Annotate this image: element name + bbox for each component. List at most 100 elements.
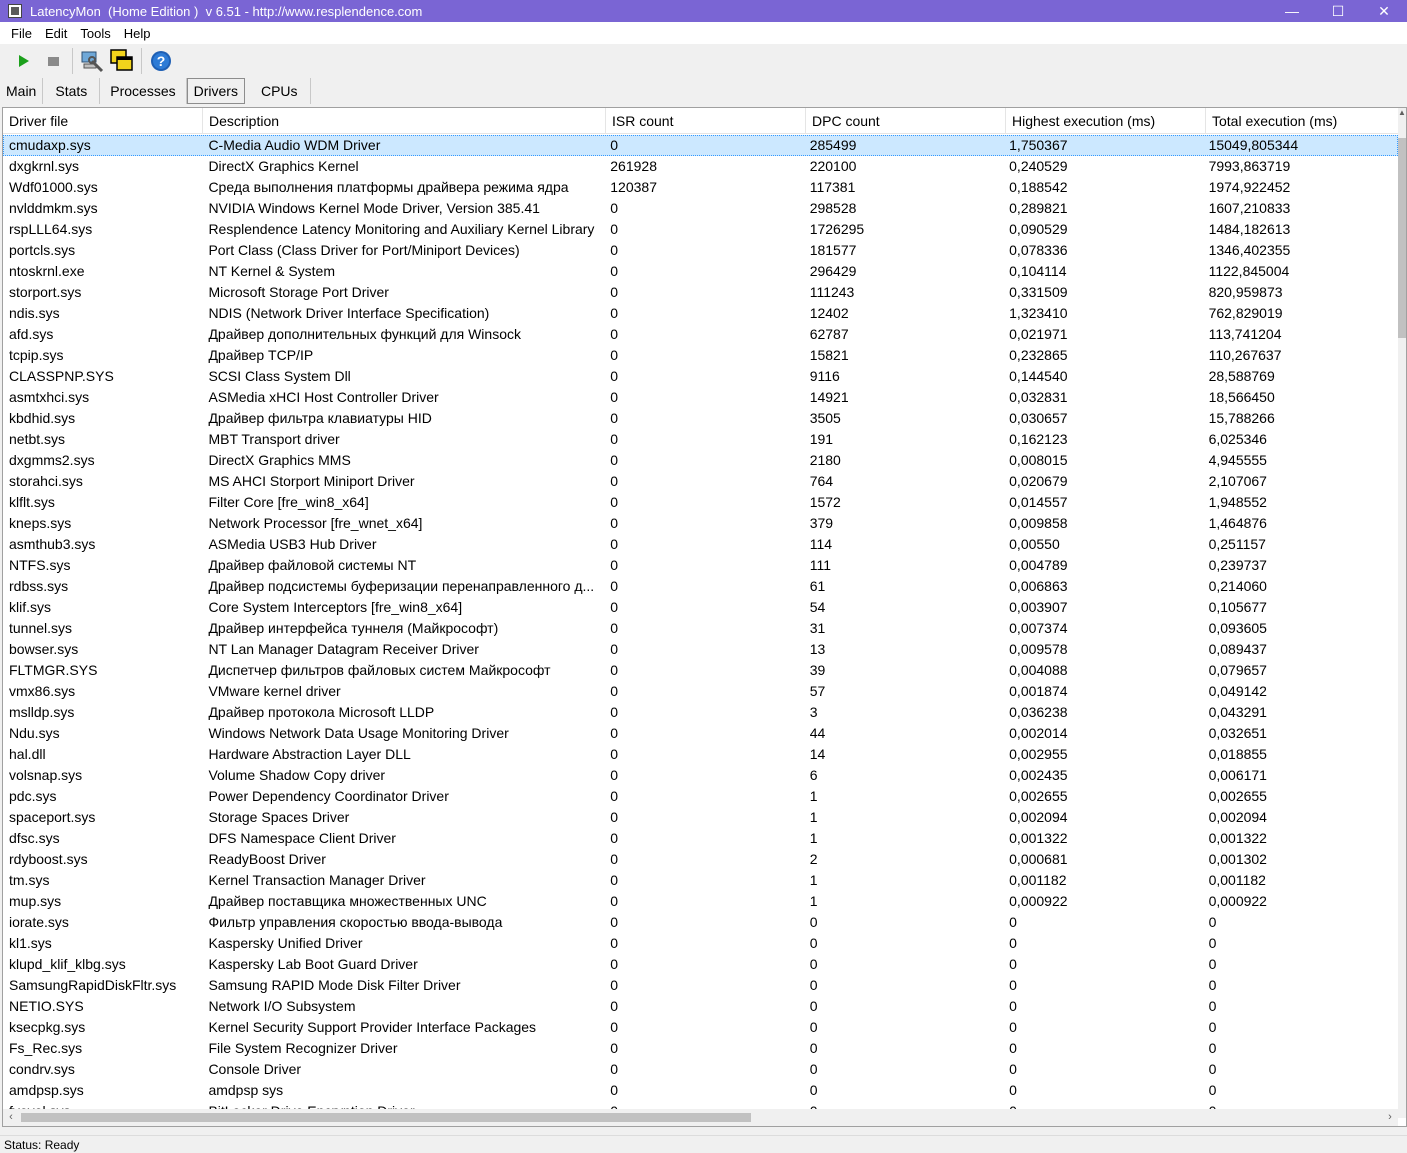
column-header-driver-file[interactable]: Driver file [3, 108, 203, 134]
table-row[interactable]: dfsc.sys DFS Namespace Client Driver 0 1 0,0… [3, 828, 1398, 849]
cell-highest-execution: 0 [1009, 935, 1017, 951]
table-row[interactable]: kneps.sys Network Processor [fre_wnet_x64… [3, 513, 1398, 534]
table-row[interactable]: iorate.sys Фильтр управления скоростью вв… [3, 912, 1398, 933]
cell-isr-count: 0 [610, 704, 619, 720]
cell-description: Kernel Security Support Provider Interfa… [208, 1019, 537, 1035]
menu-file[interactable]: File [4, 26, 38, 41]
scroll-left-arrow-icon[interactable]: ‹ [3, 1109, 19, 1126]
stop-button[interactable] [38, 47, 68, 75]
table-row[interactable]: volsnap.sys Volume Shadow Copy driver 0 6 0,… [3, 765, 1398, 786]
table-row[interactable]: NETIO.SYS Network I/O Subsystem 0 0 0 0 [3, 996, 1398, 1017]
table-row[interactable]: Wdf01000.sys Среда выполнения платформы д… [3, 177, 1398, 198]
cell-dpc-count: 1 [809, 788, 818, 804]
tab-drivers[interactable]: Drivers [186, 78, 245, 104]
cell-isr-count: 0 [610, 368, 619, 384]
table-row[interactable]: afd.sys Драйвер дополнительных функций дл… [3, 324, 1398, 345]
table-row[interactable]: FLTMGR.SYS Диспетчер фильтров файловых си… [3, 660, 1398, 681]
tab-processes[interactable]: Processes [100, 78, 187, 104]
cell-driver-file: volsnap.sys [9, 767, 83, 783]
column-header-description[interactable]: Description [203, 108, 606, 134]
table-row[interactable]: amdpsp.sys amdpsp sys 0 0 0 0 [3, 1080, 1398, 1101]
cell-isr-count: 0 [610, 641, 619, 657]
table-row[interactable]: klupd_klif_klbg.sys Kaspersky Lab Boot Gu… [3, 954, 1398, 975]
table-row[interactable]: klif.sys Core System Interceptors [fre_wi… [3, 597, 1398, 618]
column-header-highest-execution[interactable]: Highest execution (ms) [1006, 108, 1206, 134]
table-row[interactable]: pdc.sys Power Dependency Coordinator Driv… [3, 786, 1398, 807]
help-button[interactable]: ? [146, 47, 176, 75]
minimize-button[interactable]: — [1269, 0, 1315, 22]
cell-driver-file: hal.dll [9, 746, 46, 762]
column-header-total-execution[interactable]: Total execution (ms) [1206, 108, 1403, 134]
table-row[interactable]: cmudaxp.sys C-Media Audio WDM Driver 0 2854… [3, 135, 1398, 156]
table-row[interactable]: kl1.sys Kaspersky Unified Driver 0 0 0 0 [3, 933, 1398, 954]
vertical-scrollbar[interactable]: ▲ [1398, 108, 1406, 1118]
table-row[interactable]: ksecpkg.sys Kernel Security Support Provi… [3, 1017, 1398, 1038]
table-row[interactable]: mup.sys Драйвер поставщика множественных … [3, 891, 1398, 912]
table-row[interactable]: kbdhid.sys Драйвер фильтра клавиатуры HID… [3, 408, 1398, 429]
table-row[interactable]: asmthub3.sys ASMedia USB3 Hub Driver 0 114 0… [3, 534, 1398, 555]
cell-dpc-count: 0 [809, 998, 818, 1014]
table-row[interactable]: tm.sys Kernel Transaction Manager Driver 0… [3, 870, 1398, 891]
close-button[interactable]: ✕ [1361, 0, 1407, 22]
table-row[interactable]: rdyboost.sys ReadyBoost Driver 0 2 0,000681 0… [3, 849, 1398, 870]
tab-stats[interactable]: Stats [43, 78, 101, 104]
menu-help[interactable]: Help [117, 26, 157, 41]
table-row[interactable]: rspLLL64.sys Resplendence Latency Monitor… [3, 219, 1398, 240]
table-row[interactable]: ndis.sys NDIS (Network Driver Interface S… [3, 303, 1398, 324]
cell-driver-file: dfsc.sys [9, 830, 60, 846]
cell-driver-file: netbt.sys [9, 431, 66, 447]
table-row[interactable]: rdbss.sys Драйвер подсистемы буферизации … [3, 576, 1398, 597]
table-row[interactable]: SamsungRapidDiskFltr.sys Samsung RAPID Mo… [3, 975, 1398, 996]
pc-wrench-button[interactable] [77, 47, 107, 75]
scroll-right-arrow-icon[interactable]: › [1382, 1109, 1398, 1126]
cell-highest-execution: 0,002955 [1009, 746, 1068, 762]
cell-total-execution: 0,239737 [1208, 557, 1267, 573]
table-row[interactable]: Ndu.sys Windows Network Data Usage Monito… [3, 723, 1398, 744]
table-row[interactable]: klflt.sys Filter Core [fre_win8_x64] 0 1572… [3, 492, 1398, 513]
menu-edit[interactable]: Edit [38, 26, 73, 41]
scroll-up-arrow-icon[interactable]: ▲ [1398, 108, 1406, 118]
cell-driver-file: FLTMGR.SYS [9, 662, 98, 678]
table-row[interactable]: bowser.sys NT Lan Manager Datagram Receiv… [3, 639, 1398, 660]
table-row[interactable]: storahci.sys MS AHCI Storport Miniport Dr… [3, 471, 1398, 492]
column-header-isr-count[interactable]: ISR count [606, 108, 806, 134]
horizontal-scroll-thumb[interactable] [21, 1113, 751, 1122]
table-row[interactable]: dxgmms2.sys DirectX Graphics MMS 0 2180 0,00… [3, 450, 1398, 471]
table-row[interactable]: tcpip.sys Драйвер TCP/IP 0 15821 0,232865 110… [3, 345, 1398, 366]
cell-total-execution: 18,566450 [1208, 389, 1275, 405]
cell-driver-file: NTFS.sys [9, 557, 71, 573]
table-row[interactable]: hal.dll Hardware Abstraction Layer DLL 0 14… [3, 744, 1398, 765]
cell-description: ReadyBoost Driver [208, 851, 326, 867]
table-row[interactable]: NTFS.sys Драйвер файловой системы NT 0 111 0… [3, 555, 1398, 576]
horizontal-scrollbar[interactable]: ‹ › [3, 1109, 1398, 1126]
table-row[interactable]: nvlddmkm.sys NVIDIA Windows Kernel Mode D… [3, 198, 1398, 219]
menu-tools[interactable]: Tools [73, 26, 116, 41]
table-row[interactable]: Fs_Rec.sys File System Recognizer Driver 0… [3, 1038, 1398, 1059]
toolbar-separator [72, 48, 73, 74]
table-row[interactable]: condrv.sys Console Driver 0 0 0 0 [3, 1059, 1398, 1080]
table-body: cmudaxp.sys C-Media Audio WDM Driver 0 2854… [3, 135, 1398, 1110]
vertical-scroll-thumb[interactable] [1398, 138, 1406, 338]
table-row[interactable]: tunnel.sys Драйвер интерфейса туннеля (Ма… [3, 618, 1398, 639]
table-row[interactable]: vmx86.sys VMware kernel driver 0 57 0,001874… [3, 681, 1398, 702]
cell-highest-execution: 0 [1009, 977, 1017, 993]
table-row[interactable]: dxgkrnl.sys DirectX Graphics Kernel 261928… [3, 156, 1398, 177]
tab-cpus[interactable]: CPUs [249, 78, 311, 104]
cell-driver-file: rdyboost.sys [9, 851, 88, 867]
table-row[interactable]: ntoskrnl.exe NT Kernel & System 0 296429 0,1… [3, 261, 1398, 282]
table-row[interactable]: CLASSPNP.SYS SCSI Class System Dll 0 9116 0,… [3, 366, 1398, 387]
table-row[interactable]: portcls.sys Port Class (Class Driver for … [3, 240, 1398, 261]
column-header-dpc-count[interactable]: DPC count [806, 108, 1006, 134]
cell-highest-execution: 0,007374 [1009, 620, 1068, 636]
cell-description: Console Driver [208, 1061, 302, 1077]
windows-button[interactable] [107, 47, 137, 75]
table-row[interactable]: mslldp.sys Драйвер протокола Microsoft LL… [3, 702, 1398, 723]
table-row[interactable]: asmtxhci.sys ASMedia xHCI Host Controller… [3, 387, 1398, 408]
tab-main[interactable]: Main [0, 78, 44, 104]
table-row[interactable]: netbt.sys MBT Transport driver 0 191 0,16212… [3, 429, 1398, 450]
table-row[interactable]: spaceport.sys Storage Spaces Driver 0 1 0,00… [3, 807, 1398, 828]
table-row[interactable]: storport.sys Microsoft Storage Port Drive… [3, 282, 1398, 303]
cell-isr-count: 0 [610, 746, 619, 762]
play-button[interactable] [8, 47, 38, 75]
maximize-button[interactable]: ☐ [1315, 0, 1361, 22]
